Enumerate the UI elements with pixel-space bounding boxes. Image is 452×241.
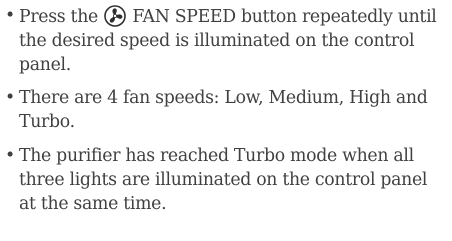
list-item-fan-speed-button: • Press the FAN SPEED button repeatedly … [5,5,445,77]
item-text: The purifier has reached Turbo mode when… [19,145,428,214]
item-text-before-icon: Press the [19,7,104,27]
fan-icon [104,5,126,27]
list-item-fan-speeds: • There are 4 fan speeds: Low, Medium, H… [5,87,445,135]
item-text: There are 4 fan speeds: Low, Medium, Hig… [19,88,428,133]
bullet: • [5,6,15,26]
instruction-list: • Press the FAN SPEED button repeatedly … [5,5,445,226]
bullet: • [5,88,15,109]
bullet: • [5,145,15,166]
list-item-turbo-mode: • The purifier has reached Turbo mode wh… [5,145,445,216]
